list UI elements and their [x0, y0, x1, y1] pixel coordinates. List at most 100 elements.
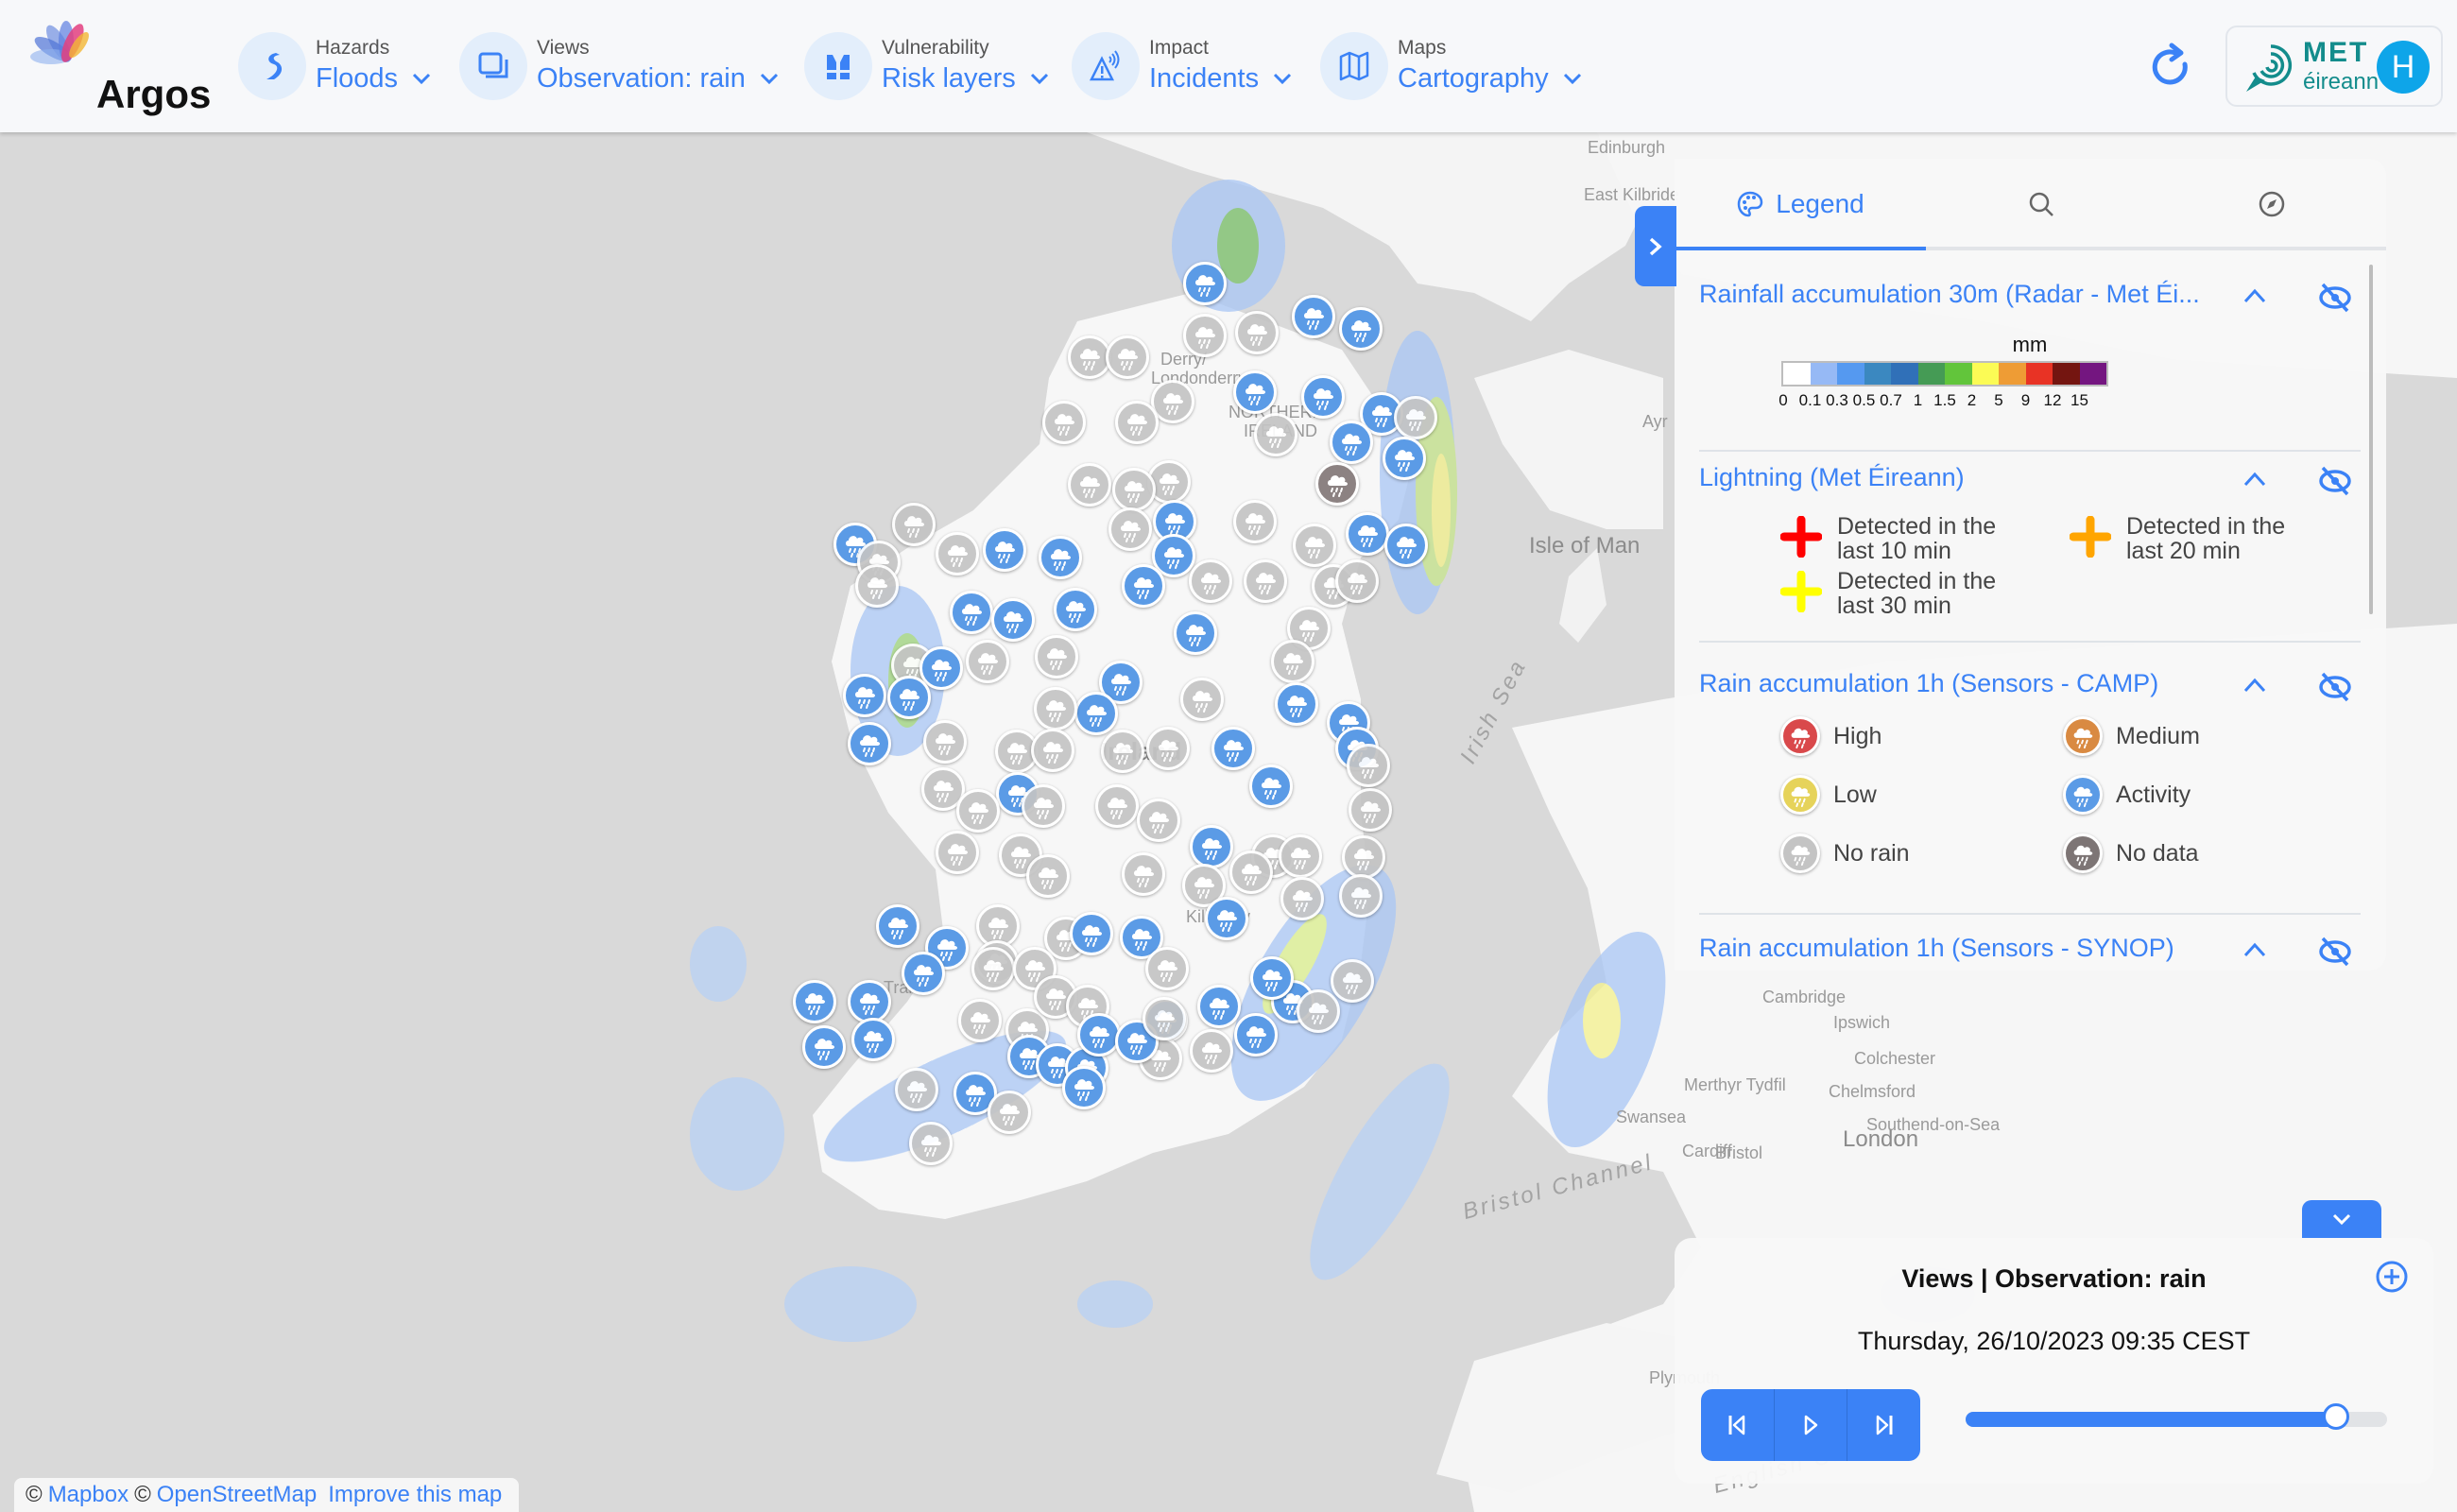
rain-sensor-marker[interactable] [1292, 295, 1335, 338]
rain-sensor-marker[interactable] [1145, 947, 1189, 990]
rain-sensor-marker[interactable] [1197, 985, 1241, 1028]
rain-sensor-marker[interactable] [1254, 413, 1297, 456]
timeline-toggle-button[interactable] [2302, 1200, 2381, 1238]
rain-sensor-marker[interactable] [1347, 744, 1390, 787]
rain-sensor-marker[interactable] [1339, 874, 1383, 918]
rain-sensor-marker[interactable] [1211, 727, 1255, 770]
rain-sensor-marker[interactable] [1054, 588, 1097, 631]
rain-sensor-marker[interactable] [1101, 730, 1144, 773]
collapse-panel-button[interactable] [1635, 206, 1676, 286]
rain-sensor-marker[interactable] [1330, 421, 1373, 464]
rain-sensor-marker[interactable] [1077, 1013, 1121, 1057]
rain-sensor-marker[interactable] [1271, 640, 1314, 683]
rain-sensor-marker[interactable] [1180, 678, 1224, 721]
rain-sensor-marker[interactable] [1106, 335, 1149, 379]
rain-sensor-marker[interactable] [1235, 311, 1279, 354]
improve-map-link[interactable]: Improve this map [328, 1482, 502, 1508]
rain-sensor-marker[interactable] [1095, 784, 1139, 828]
rain-sensor-marker[interactable] [936, 532, 979, 576]
rain-sensor-marker[interactable] [1146, 727, 1190, 770]
rain-sensor-marker[interactable] [887, 676, 931, 719]
play-button[interactable] [1774, 1389, 1848, 1461]
rain-sensor-marker[interactable] [1315, 462, 1359, 506]
rain-sensor-marker[interactable] [1233, 370, 1277, 414]
rain-sensor-marker[interactable] [1183, 262, 1227, 305]
rain-sensor-marker[interactable] [1384, 524, 1428, 567]
rain-sensor-marker[interactable] [1279, 834, 1322, 878]
legend-scrollbar[interactable] [2369, 265, 2373, 614]
rain-sensor-marker[interactable] [1339, 307, 1383, 351]
argos-logo[interactable]: Argos [28, 19, 211, 116]
eye-off-icon[interactable] [2317, 669, 2353, 705]
rain-sensor-marker[interactable] [1244, 559, 1287, 603]
rain-sensor-marker[interactable] [1275, 682, 1318, 726]
rain-sensor-marker[interactable] [1205, 897, 1248, 940]
rain-sensor-marker[interactable] [1183, 314, 1227, 357]
rain-sensor-marker[interactable] [1383, 437, 1426, 480]
nav-vulnerability[interactable]: Vulnerability Risk layers [804, 28, 1050, 104]
rain-sensor-marker[interactable] [802, 1025, 846, 1069]
rain-sensor-marker[interactable] [1280, 877, 1324, 920]
rain-sensor-marker[interactable] [950, 591, 993, 634]
rain-sensor-marker[interactable] [1190, 825, 1233, 868]
rain-sensor-marker[interactable] [1022, 784, 1065, 828]
rain-sensor-marker[interactable] [1189, 559, 1232, 603]
tab-search[interactable] [1926, 159, 2156, 249]
time-slider[interactable] [1966, 1403, 2387, 1430]
rain-sensor-marker[interactable] [971, 947, 1015, 990]
rain-sensor-marker[interactable] [1026, 854, 1070, 898]
rain-sensor-marker[interactable] [956, 789, 1000, 833]
rain-sensor-marker[interactable] [1331, 959, 1374, 1003]
rain-sensor-marker[interactable] [1233, 500, 1277, 543]
rain-sensor-marker[interactable] [902, 952, 945, 995]
rain-sensor-marker[interactable] [1031, 729, 1074, 772]
rain-sensor-marker[interactable] [848, 980, 891, 1023]
rain-sensor-marker[interactable] [991, 598, 1035, 642]
rain-sensor-marker[interactable] [1342, 835, 1385, 879]
rain-sensor-marker[interactable] [1112, 468, 1156, 511]
rain-sensor-marker[interactable] [895, 1068, 938, 1111]
rain-sensor-marker[interactable] [1122, 852, 1165, 896]
rain-sensor-marker[interactable] [851, 1018, 895, 1061]
rain-sensor-marker[interactable] [958, 999, 1002, 1042]
refresh-icon[interactable] [2147, 42, 2196, 91]
rain-sensor-marker[interactable] [1297, 989, 1340, 1033]
rain-sensor-marker[interactable] [1108, 507, 1152, 551]
nav-views[interactable]: Views Observation: rain [459, 28, 780, 104]
rain-sensor-marker[interactable] [1301, 375, 1345, 419]
step-forward-button[interactable] [1847, 1389, 1920, 1461]
rain-sensor-marker[interactable] [1394, 396, 1437, 439]
rain-sensor-marker[interactable] [923, 720, 967, 764]
user-avatar[interactable]: H [2377, 41, 2430, 94]
rain-sensor-marker[interactable] [1034, 687, 1077, 730]
osm-link[interactable]: OpenStreetMap [157, 1482, 317, 1508]
rain-sensor-marker[interactable] [1039, 536, 1082, 579]
nav-maps[interactable]: Maps Cartography [1320, 28, 1583, 104]
rain-sensor-marker[interactable] [1115, 401, 1159, 444]
tab-legend[interactable]: Legend [1675, 159, 1926, 249]
rain-sensor-marker[interactable] [1249, 765, 1293, 808]
eye-off-icon[interactable] [2317, 463, 2353, 499]
chevron-up-icon[interactable] [2242, 675, 2268, 696]
nav-impact[interactable]: Impact Incidents [1072, 28, 1293, 104]
rain-sensor-marker[interactable] [1062, 1066, 1106, 1109]
rain-sensor-marker[interactable] [1035, 635, 1078, 679]
rain-sensor-marker[interactable] [848, 722, 891, 765]
rain-sensor-marker[interactable] [1122, 564, 1165, 608]
slider-thumb[interactable] [2323, 1403, 2350, 1430]
rain-sensor-marker[interactable] [843, 674, 886, 717]
rain-sensor-marker[interactable] [793, 980, 836, 1023]
account-area[interactable]: MET éireann H [2225, 26, 2443, 107]
rain-sensor-marker[interactable] [1068, 463, 1111, 507]
step-back-button[interactable] [1701, 1389, 1775, 1461]
rain-sensor-marker[interactable] [1335, 559, 1379, 603]
chevron-up-icon[interactable] [2242, 469, 2268, 490]
rain-sensor-marker[interactable] [1174, 611, 1217, 655]
rain-sensor-marker[interactable] [1143, 997, 1186, 1040]
chevron-up-icon[interactable] [2242, 285, 2268, 306]
rain-sensor-marker[interactable] [1074, 692, 1118, 735]
rain-sensor-marker[interactable] [892, 503, 936, 546]
rain-sensor-marker[interactable] [909, 1122, 953, 1165]
chevron-up-icon[interactable] [2242, 939, 2268, 960]
rain-sensor-marker[interactable] [1250, 956, 1294, 1000]
